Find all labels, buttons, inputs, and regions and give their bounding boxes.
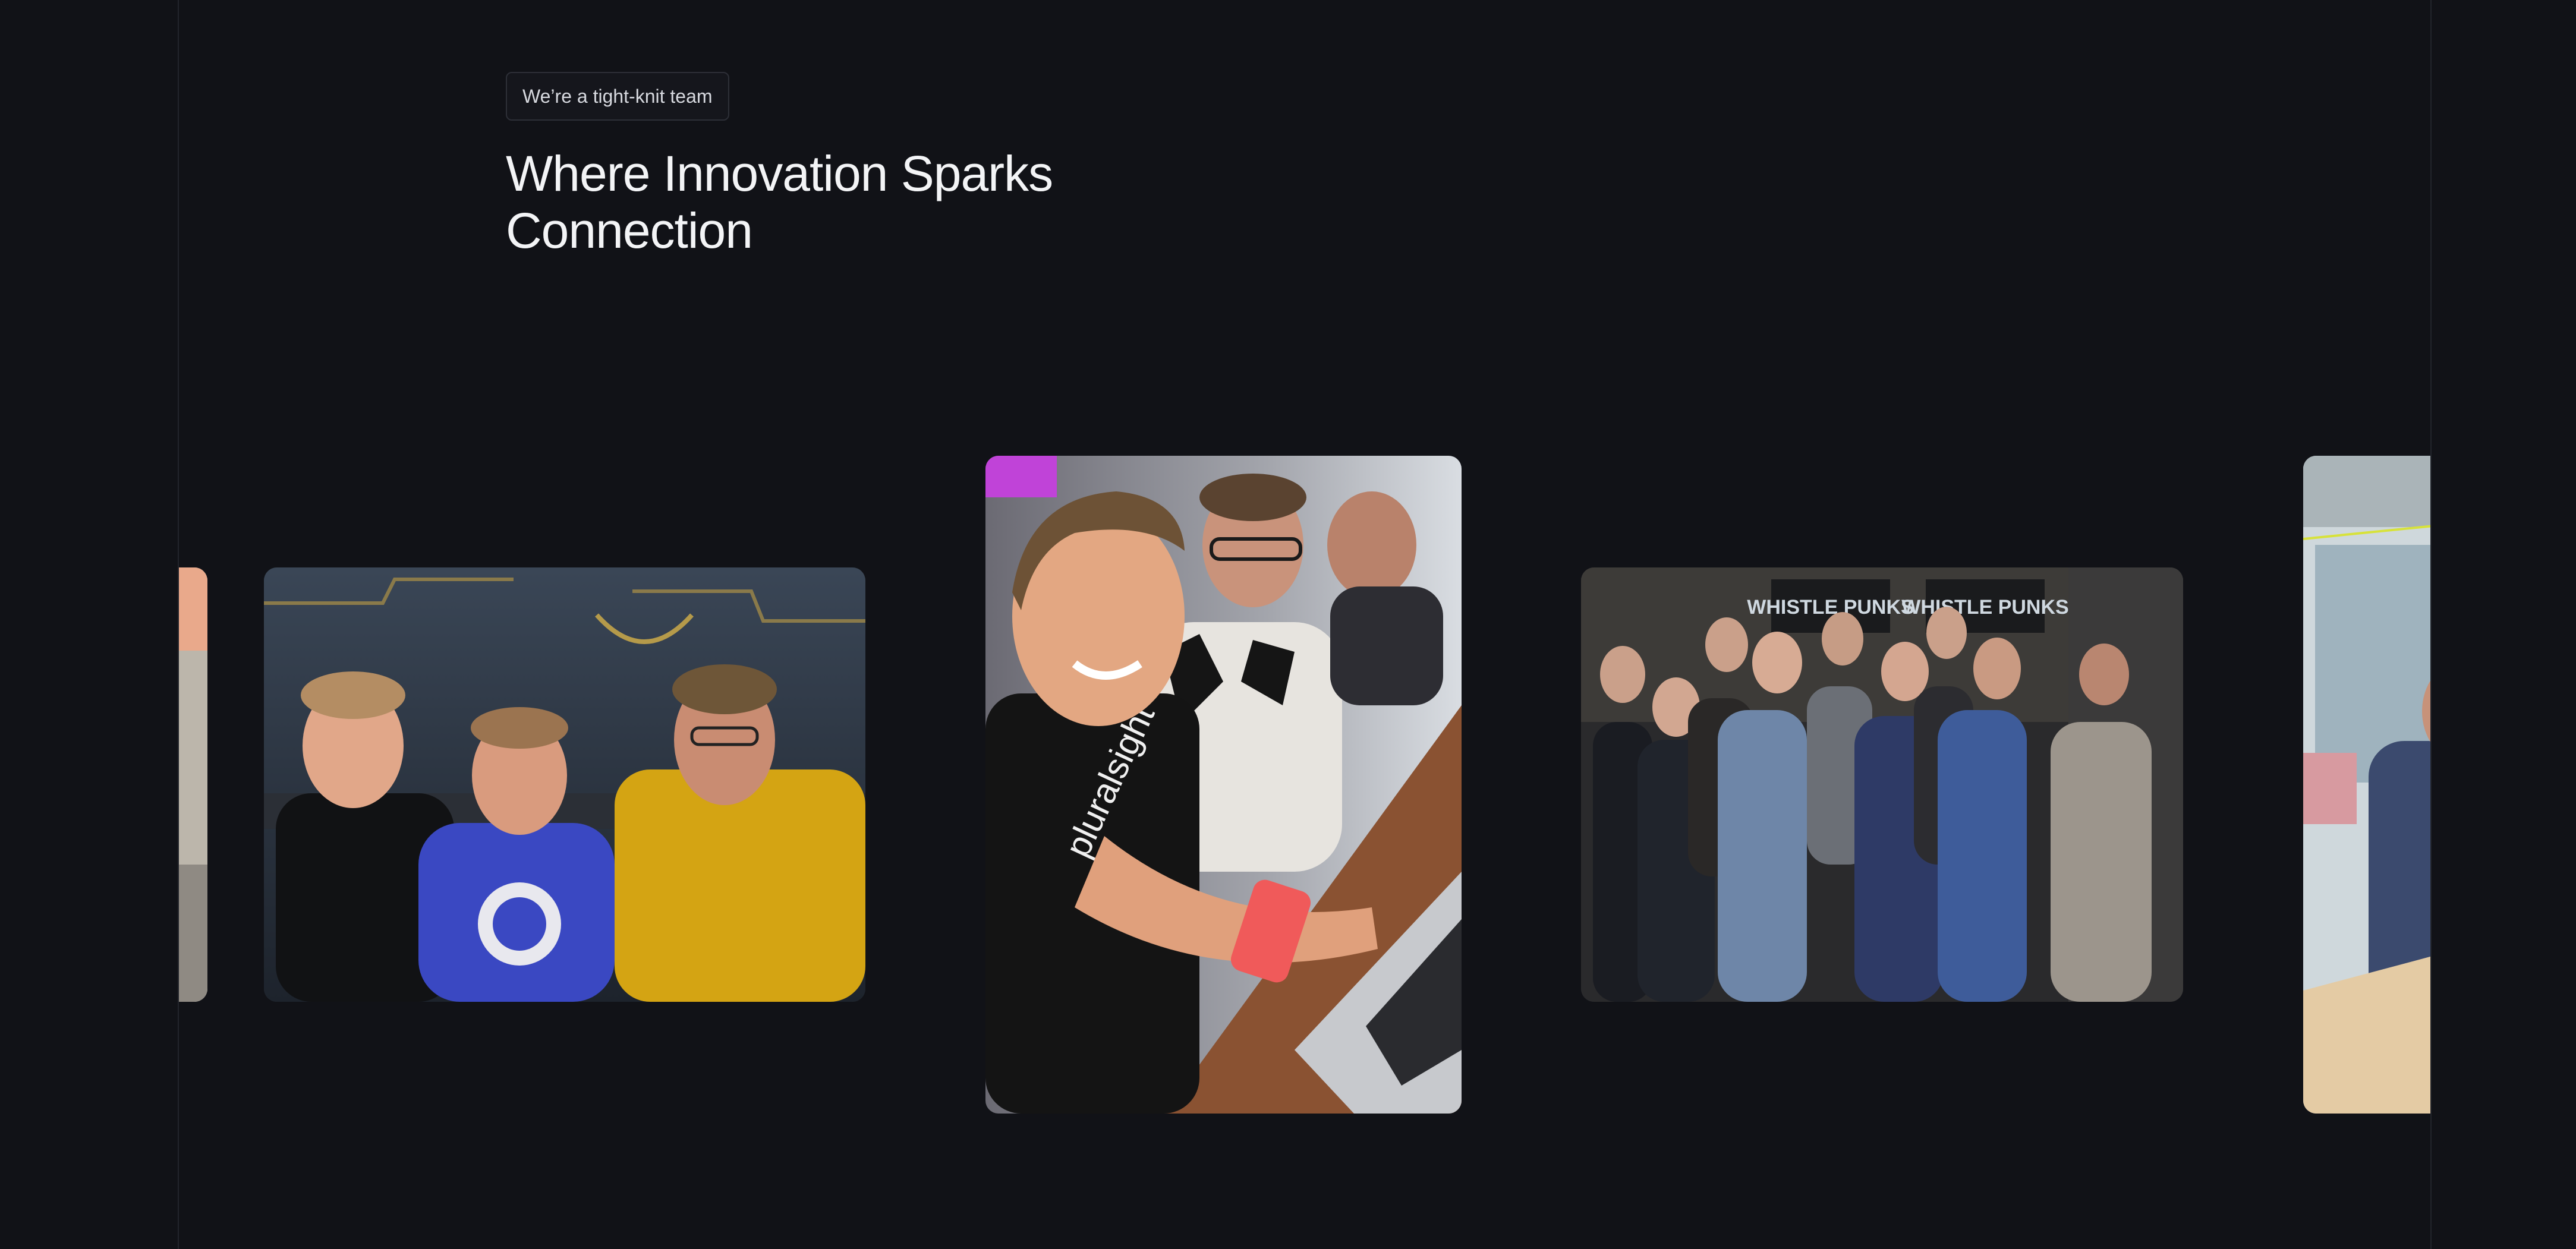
photo-image	[264, 567, 865, 1002]
venue-sign-right: WHISTLE PUNKS	[1901, 596, 2068, 619]
photo-image: pluralsight	[985, 456, 1462, 1114]
photo-carousel[interactable]: pluralsight WHISTLE PUNKS WHISTLE PUNKS	[179, 0, 2430, 1249]
photo-image: WHISTLE PUNKS WHISTLE PUNKS	[1581, 567, 2183, 1002]
team-photo-partial-left[interactable]	[179, 567, 207, 1002]
team-photo-woman-laptop[interactable]: pluralsight	[985, 456, 1462, 1114]
photo-image	[179, 567, 207, 1002]
venue-sign-left: WHISTLE PUNKS	[1747, 596, 1914, 619]
team-photo-partial-right[interactable]	[2303, 456, 2430, 1114]
team-photo-three-men[interactable]	[264, 567, 865, 1002]
right-guide-line	[2430, 0, 2432, 1249]
team-section: We’re a tight-knit team Where Innovation…	[0, 0, 2576, 1249]
photo-image	[2303, 456, 2430, 1114]
team-photo-group-axe-throwing[interactable]: WHISTLE PUNKS WHISTLE PUNKS	[1581, 567, 2183, 1002]
